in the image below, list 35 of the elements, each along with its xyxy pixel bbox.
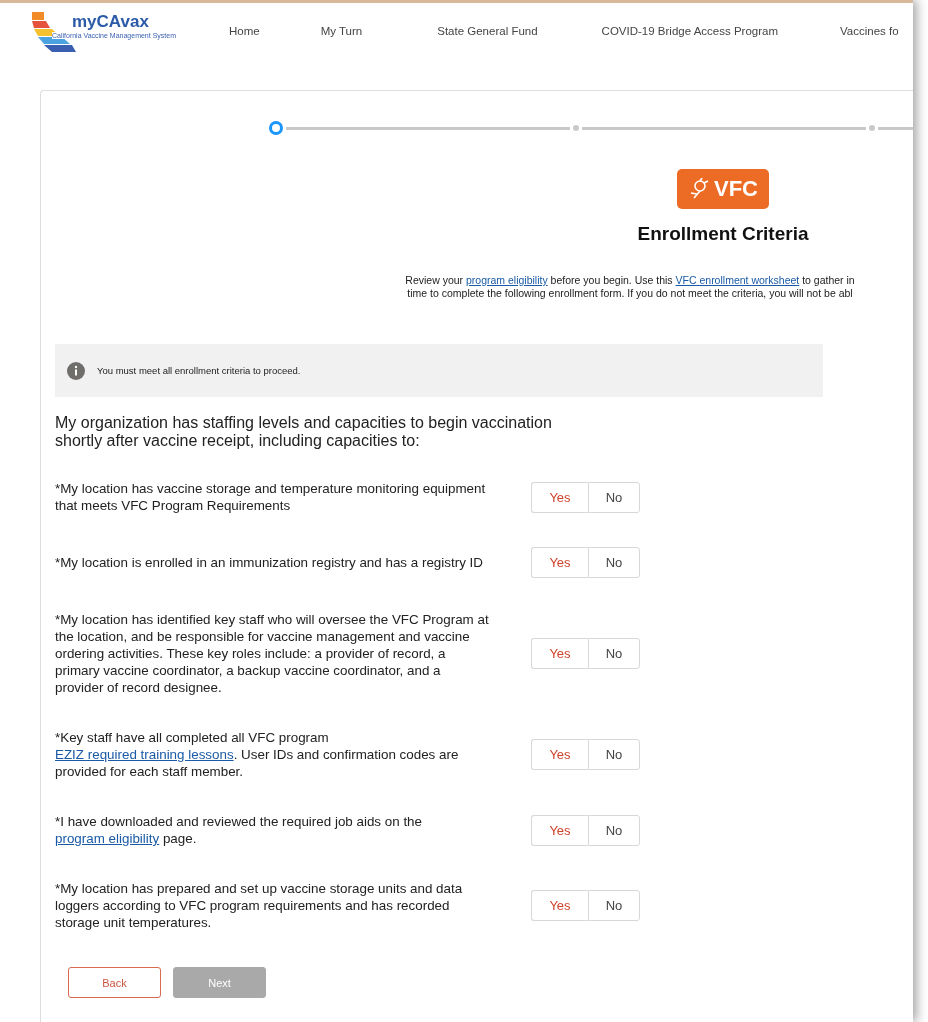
back-button[interactable]: Back — [68, 967, 161, 998]
page-title: Enrollment Criteria — [637, 223, 809, 245]
notice-text: You must meet all enrollment criteria to proceed. — [97, 365, 301, 376]
nav-link[interactable]: State General Fund — [437, 25, 538, 37]
nav-link[interactable]: COVID-19 Bridge Access Program — [601, 25, 778, 37]
link[interactable]: VFC enrollment worksheet — [675, 274, 800, 286]
answer-button[interactable]: No — [588, 739, 640, 770]
answer-button[interactable]: Yes — [531, 814, 588, 846]
answer-button[interactable]: Yes — [531, 638, 588, 669]
link[interactable]: EZIZ required training lessons — [55, 747, 234, 762]
logo-title[interactable]: myCAvax — [72, 12, 176, 32]
criterion-text: *My location has prepared and set up vaccine storage units and data loggers according to VFC program requirements and has recorded storage unit temperatures. — [55, 880, 464, 931]
nav-link[interactable]: My Turn — [320, 25, 363, 37]
answer-button[interactable]: Yes — [531, 481, 588, 513]
answer-button[interactable]: No — [588, 638, 640, 669]
answer-button[interactable]: No — [588, 481, 640, 513]
link[interactable]: program eligibility — [55, 831, 160, 846]
answer-button[interactable]: Yes — [531, 547, 588, 578]
link[interactable]: program eligibility — [466, 274, 548, 286]
nav-link[interactable]: Home — [229, 25, 260, 37]
info-icon — [67, 361, 85, 380]
criterion-text: *I have downloaded and reviewed the required job aids on the program eligibility page. — [55, 813, 423, 847]
intro-text: Review your program eligibility before you begin. Use this VFC enrollment worksheet to gather in time to complete the following enrollment form. If you do not meet the criteria, you will not be abl — [404, 274, 856, 300]
vfc-badge: VFC — [677, 169, 769, 209]
question-text: My organization has staffing levels and capacities to begin vaccination shortly after vaccine receipt, including capacities to: — [55, 414, 553, 450]
answer-button[interactable]: No — [588, 547, 640, 578]
criterion-text: *Key staff have all completed all VFC program EZIZ required training lessons. User IDs and confirmation codes are provided for each staff member. — [55, 729, 460, 780]
criterion-text: *My location is enrolled in an immunization registry and has a registry ID — [55, 554, 484, 571]
answer-button[interactable]: Yes — [531, 739, 588, 770]
criterion-text: *My location has identified key staff who will oversee the VFC Program at the location, and be responsible for vaccine management and vaccine ordering activities. These key roles include: a provider of record, a primary vaccine coordinator, a backup vaccine coordinator, and a provider of record designee. — [55, 611, 490, 696]
answer-button[interactable]: No — [588, 890, 640, 921]
criterion-text: *My location has vaccine storage and temperature monitoring equipment that meets VFC Program Requirements — [55, 480, 487, 514]
nav-link[interactable]: Vaccines fo — [840, 25, 899, 37]
answer-button[interactable]: Yes — [531, 890, 588, 921]
answer-button[interactable]: No — [588, 814, 640, 846]
